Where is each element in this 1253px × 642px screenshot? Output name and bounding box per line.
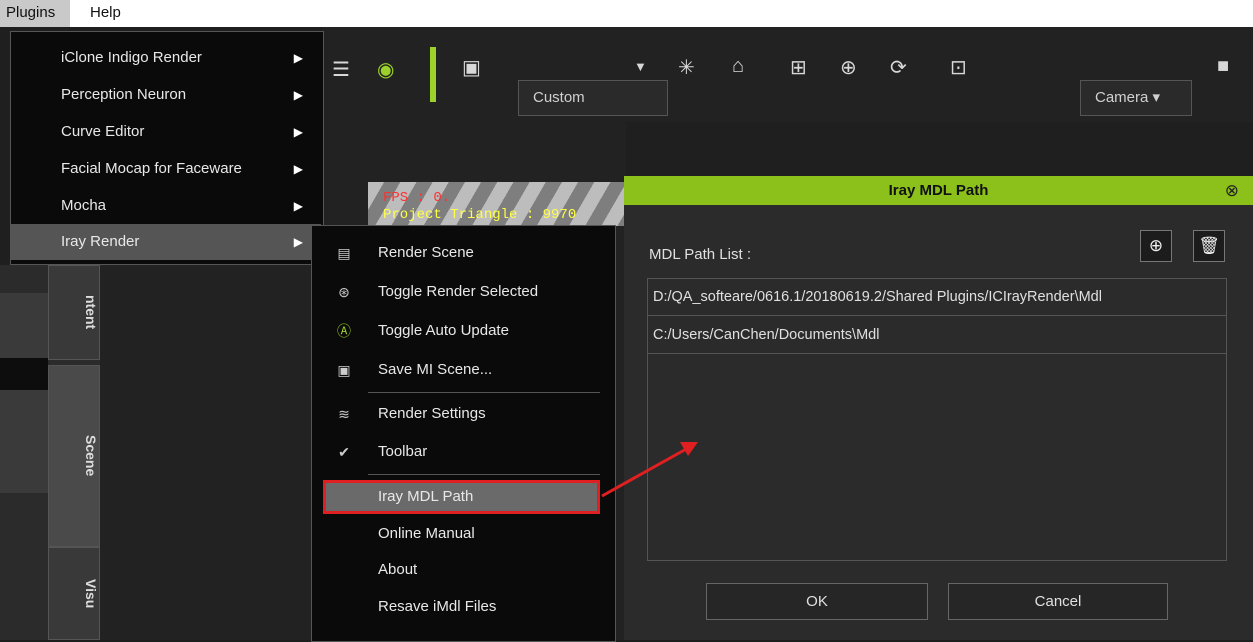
render-scene-icon: ▤ bbox=[337, 245, 351, 261]
tab-visual[interactable]: Visu bbox=[48, 547, 100, 640]
view-mode-select[interactable]: Custom bbox=[518, 80, 668, 116]
fit-vertical-icon[interactable]: ⊞ bbox=[790, 55, 807, 80]
trash-icon: 🗑 bbox=[1198, 236, 1220, 255]
mdl-path-list-label: MDL Path List : bbox=[649, 246, 751, 263]
frame-icon[interactable]: ⊡ bbox=[950, 55, 967, 80]
menu-item-label: Facial Mocap for Faceware bbox=[61, 160, 242, 177]
menu-bar: Plugins Help bbox=[0, 0, 1253, 27]
submenu-arrow-icon: ▶ bbox=[293, 125, 303, 139]
menu-item-label: Toggle Auto Update bbox=[378, 322, 509, 339]
menu-item-label: Curve Editor bbox=[61, 123, 145, 140]
tab-scene[interactable]: Scene bbox=[48, 365, 100, 547]
tab-content[interactable]: ntent bbox=[48, 265, 100, 360]
video-camera-icon[interactable]: ■ bbox=[1217, 55, 1229, 78]
menu-separator bbox=[368, 474, 600, 475]
menu-item-label: Save MI Scene... bbox=[378, 361, 493, 378]
close-icon[interactable]: ⊗ bbox=[1225, 176, 1239, 205]
menu-item-label: Toggle Render Selected bbox=[378, 283, 539, 300]
menu-item-resave-imdl[interactable]: Resave iMdl Files bbox=[312, 588, 613, 626]
align-icon[interactable]: ☰ bbox=[332, 57, 350, 82]
side-panel: ntent Scene Visu bbox=[0, 265, 100, 640]
plugins-menu: iClone Indigo Render ▶ Perception Neuron ▶… bbox=[10, 31, 324, 265]
menu-item-label: Render Scene bbox=[378, 244, 474, 261]
dialog-title-bar[interactable]: Iray MDL Path ⊗ bbox=[624, 176, 1253, 205]
submenu-arrow-icon: ▶ bbox=[293, 199, 303, 213]
submenu-arrow-icon: ▶ bbox=[293, 162, 303, 176]
menu-item-label: Resave iMdl Files bbox=[378, 598, 497, 615]
mdl-path-list[interactable]: D:/QA_softeare/0616.1/20180619.2/Shared … bbox=[647, 278, 1227, 561]
iray-render-submenu: ▤ Render Scene ⊛ Toggle Render Selected Ⓐ T… bbox=[311, 225, 616, 642]
menu-item-facial-mocap[interactable]: Facial Mocap for Faceware ▶ bbox=[11, 151, 321, 187]
settings-icon: ≋ bbox=[338, 406, 350, 422]
delete-path-button[interactable]: 🗑 bbox=[1193, 230, 1225, 262]
side-panel-list bbox=[0, 293, 48, 493]
menu-item-label: Toolbar bbox=[378, 443, 428, 460]
menu-item-save-mi-scene[interactable]: ▣ Save MI Scene... bbox=[312, 351, 613, 389]
menu-item-label: Mocha bbox=[61, 197, 107, 214]
cancel-button[interactable]: Cancel bbox=[948, 583, 1168, 620]
list-item[interactable]: D:/QA_softeare/0616.1/20180619.2/Shared … bbox=[648, 279, 1226, 316]
eye-icon[interactable]: ◉ bbox=[377, 57, 394, 82]
submenu-arrow-icon: ▶ bbox=[293, 51, 303, 65]
menu-item-perception-neuron[interactable]: Perception Neuron ▶ bbox=[11, 77, 321, 113]
menu-item-render-scene[interactable]: ▤ Render Scene bbox=[312, 234, 613, 272]
move-icon[interactable]: ⊕ bbox=[840, 55, 857, 80]
menu-item-toggle-auto-update[interactable]: Ⓐ Toggle Auto Update bbox=[312, 312, 613, 350]
menu-item-toggle-render-selected[interactable]: ⊛ Toggle Render Selected bbox=[312, 273, 613, 311]
home-icon[interactable]: ⌂ bbox=[732, 55, 744, 78]
side-panel-row[interactable] bbox=[0, 358, 48, 390]
fps-readout: FPS : 0. bbox=[383, 190, 451, 206]
submenu-arrow-icon: ▶ bbox=[293, 235, 303, 249]
ok-button[interactable]: OK bbox=[706, 583, 928, 620]
toolbar: ☰ ◉ ▣ Custom ▼ ✳ ⌂ ⊞ ⊕ ⟳ ⊡ Camera ▾ ■ bbox=[322, 27, 1253, 122]
dialog-title: Iray MDL Path bbox=[888, 182, 989, 199]
camera-select[interactable]: Camera ▾ bbox=[1080, 80, 1192, 116]
triangle-readout: Project Triangle : 9970 bbox=[383, 207, 577, 223]
menu-separator bbox=[368, 392, 600, 393]
camera-select-label: Camera bbox=[1095, 89, 1149, 106]
annotation-arrow bbox=[601, 442, 698, 498]
submenu-arrow-icon: ▶ bbox=[293, 88, 303, 102]
add-path-button[interactable]: ⊕ bbox=[1140, 230, 1172, 262]
light-icon[interactable]: ✳ bbox=[678, 55, 695, 80]
auto-update-icon: Ⓐ bbox=[337, 323, 351, 339]
list-item[interactable]: C:/Users/CanChen/Documents\Mdl bbox=[648, 317, 1226, 354]
menu-plugins[interactable]: Plugins bbox=[0, 0, 70, 27]
menu-item-label: Online Manual bbox=[378, 525, 475, 542]
menu-item-label: Iray Render bbox=[61, 233, 140, 250]
render-selected-icon: ⊛ bbox=[338, 284, 350, 300]
menu-item-about[interactable]: About bbox=[312, 551, 613, 589]
menu-item-curve-editor[interactable]: Curve Editor ▶ bbox=[11, 114, 321, 150]
menu-item-label: Render Settings bbox=[378, 405, 486, 422]
window-icon[interactable]: ▣ bbox=[462, 55, 481, 80]
menu-help[interactable]: Help bbox=[84, 0, 127, 27]
add-folder-icon: ⊕ bbox=[1148, 236, 1164, 255]
menu-item-iclone-indigo[interactable]: iClone Indigo Render ▶ bbox=[11, 40, 321, 76]
save-icon: ▣ bbox=[337, 362, 351, 378]
arrow-line bbox=[601, 446, 689, 498]
rotate-view-icon[interactable]: ⟳ bbox=[890, 55, 907, 80]
menu-item-label: Perception Neuron bbox=[61, 86, 187, 103]
menu-item-render-settings[interactable]: ≋ Render Settings bbox=[312, 395, 613, 433]
menu-item-toolbar[interactable]: ✔ Toolbar bbox=[312, 433, 613, 471]
menu-item-label: About bbox=[378, 561, 418, 578]
chevron-down-icon[interactable]: ▼ bbox=[634, 59, 647, 74]
menu-item-iray-mdl-path[interactable]: Iray MDL Path bbox=[312, 478, 613, 516]
menu-item-label: Iray MDL Path bbox=[378, 488, 474, 505]
arrow-head bbox=[680, 442, 698, 456]
menu-item-mocha[interactable]: Mocha ▶ bbox=[11, 188, 321, 224]
checkmark-icon: ✔ bbox=[338, 444, 350, 460]
menu-item-online-manual[interactable]: Online Manual bbox=[312, 515, 613, 553]
menu-item-iray-render[interactable]: Iray Render ▶ bbox=[11, 224, 321, 260]
toolbar-divider bbox=[430, 47, 436, 102]
menu-item-label: iClone Indigo Render bbox=[61, 49, 202, 66]
